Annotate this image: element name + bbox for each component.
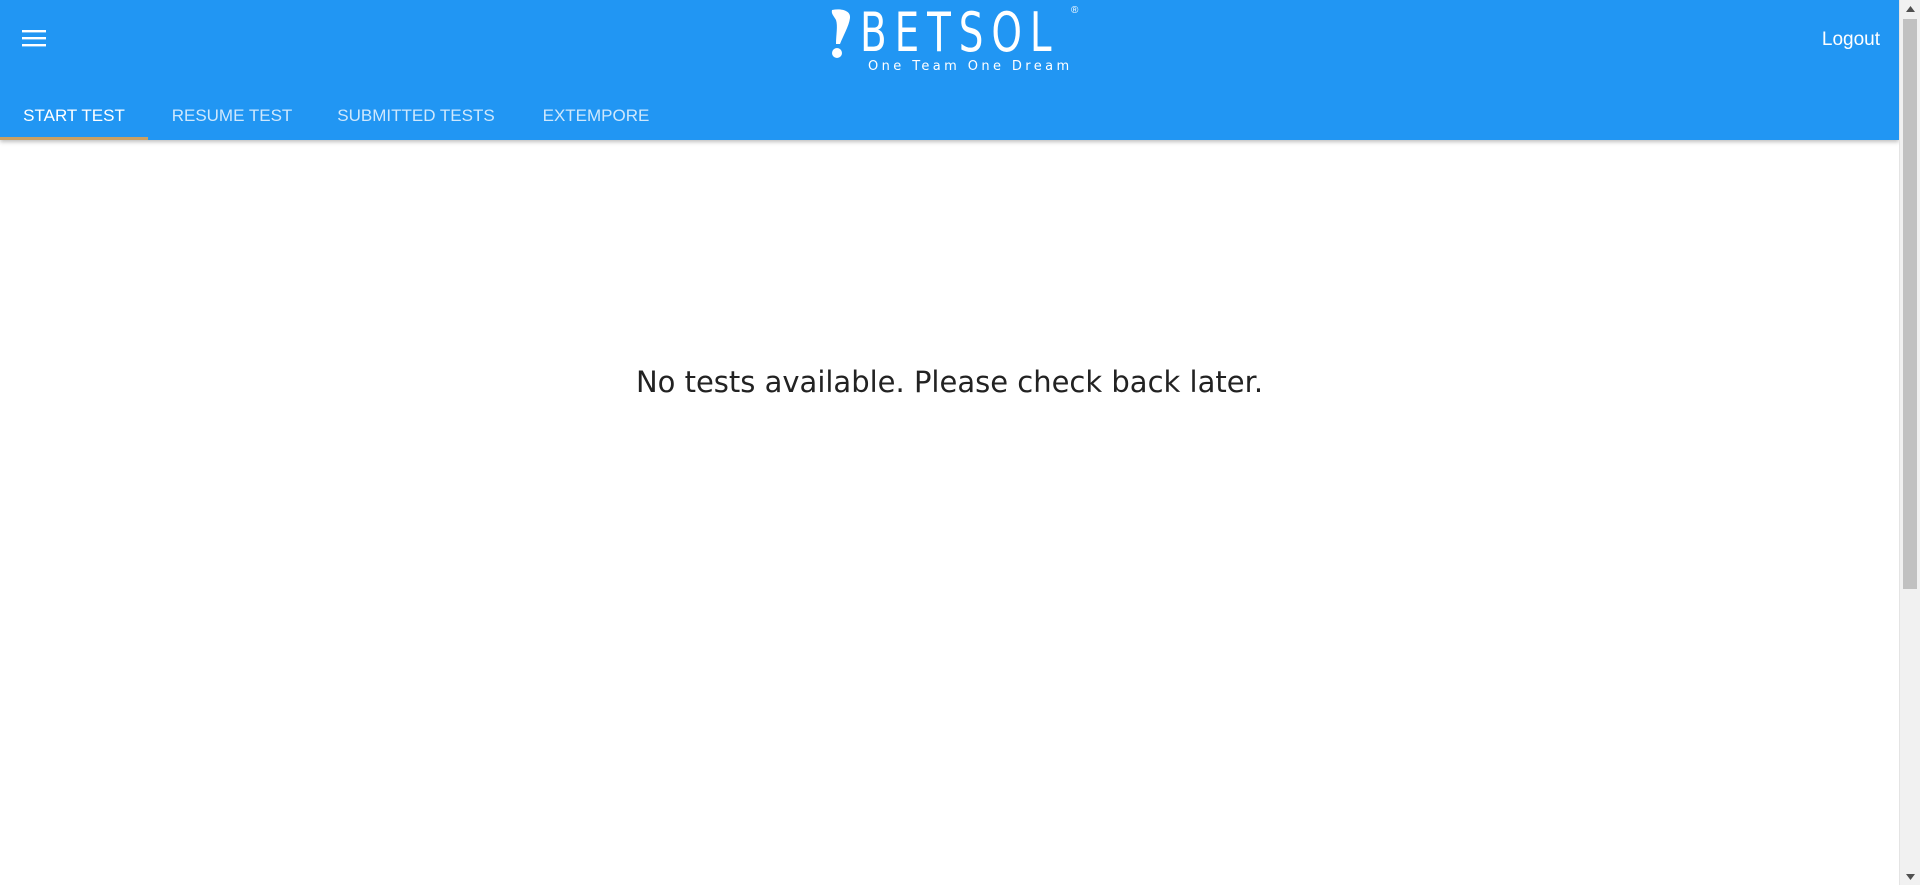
menu-button[interactable] [14, 20, 54, 56]
logo-wordmark: BETSOL [860, 1, 1060, 64]
page: BETSOL ® One Team One Dream Logout START… [0, 0, 1899, 885]
logo-registered-mark: ® [1071, 5, 1079, 16]
tab-submitted-tests[interactable]: SUBMITTED TESTS [316, 92, 516, 140]
empty-state-message: No tests available. Please check back la… [635, 365, 1264, 399]
arrow-up-icon [1905, 5, 1915, 12]
logo-tagline: One Team One Dream [868, 59, 1073, 74]
vertical-scrollbar[interactable] [1899, 0, 1920, 885]
app-bar: BETSOL ® One Team One Dream Logout START… [0, 0, 1899, 140]
logout-button[interactable]: Logout [1822, 28, 1880, 52]
scroll-up-button[interactable] [1900, 0, 1920, 17]
tab-label: EXTEMPORE [542, 106, 650, 125]
tab-extempore[interactable]: EXTEMPORE [516, 92, 676, 140]
tab-label: START TEST [23, 106, 125, 125]
browser-viewport: BETSOL ® One Team One Dream Logout START… [0, 0, 1920, 885]
tab-label: SUBMITTED TESTS [337, 106, 495, 125]
tab-resume-test[interactable]: RESUME TEST [148, 92, 316, 140]
tab-label: RESUME TEST [171, 106, 293, 125]
scroll-down-button[interactable] [1900, 868, 1920, 885]
logo-mark-icon [831, 9, 851, 58]
hamburger-menu-icon [22, 30, 46, 47]
betsol-logo: BETSOL ® One Team One Dream [826, 4, 1082, 74]
arrow-down-icon [1905, 873, 1915, 880]
tab-start-test[interactable]: START TEST [0, 92, 148, 140]
scroll-thumb[interactable] [1903, 19, 1917, 589]
tab-bar: START TEST RESUME TEST SUBMITTED TESTS E… [0, 92, 676, 140]
